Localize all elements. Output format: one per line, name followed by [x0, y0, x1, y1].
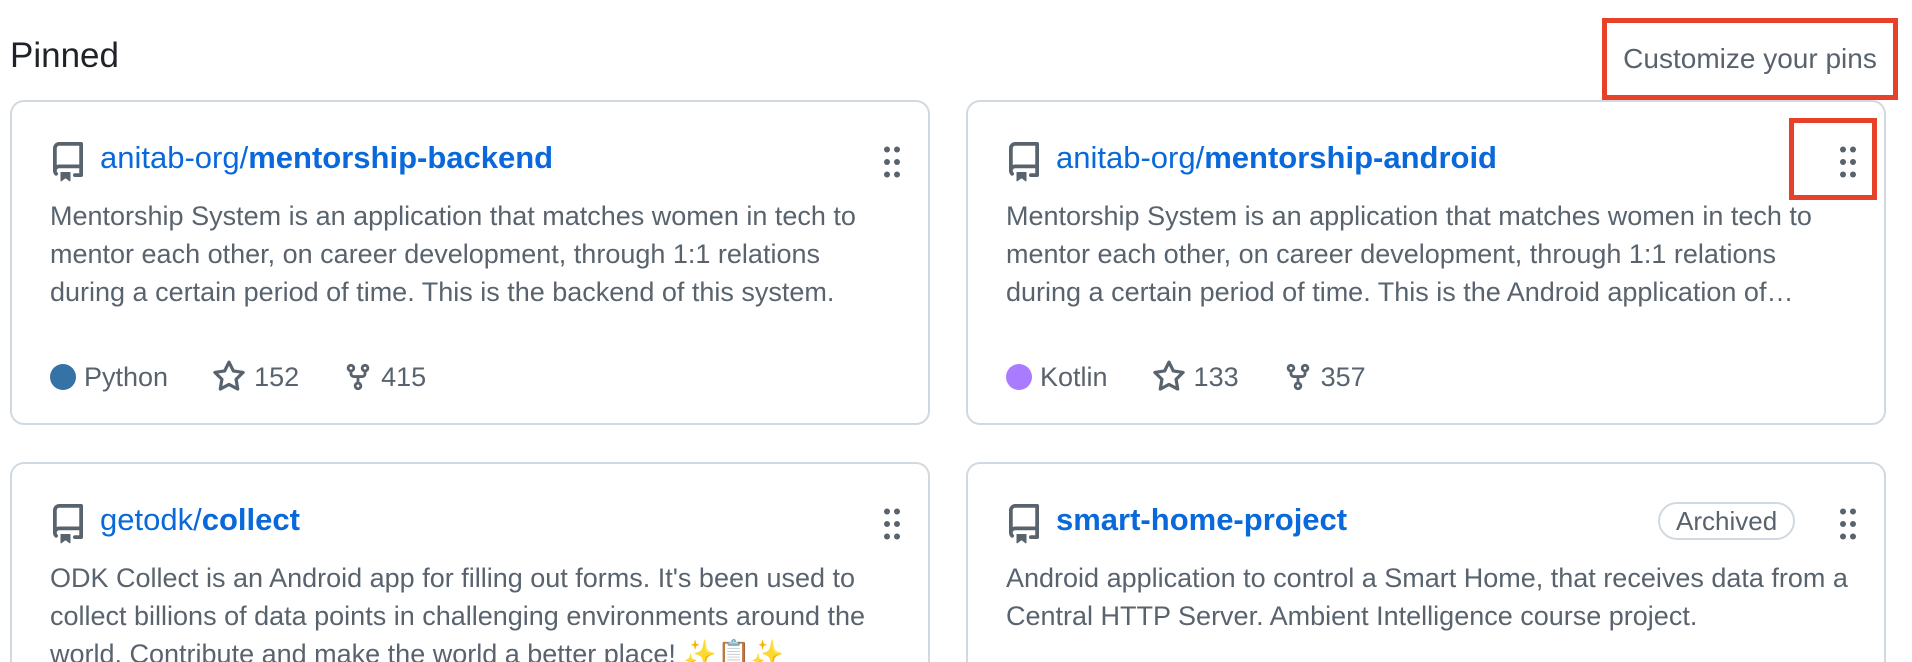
language-label: Kotlin: [1040, 361, 1108, 392]
pinned-card: smart-home-project Archived Android appl…: [966, 462, 1886, 662]
archived-badge: Archived: [1658, 502, 1796, 540]
language-label: Python: [84, 361, 169, 392]
repo-icon: [52, 142, 83, 182]
repo-description: Mentorship System is an application that…: [1006, 201, 1812, 307]
star-count: 133: [1193, 361, 1239, 392]
star-icon: [213, 360, 245, 391]
pinned-card: anitab-org/mentorship-backend Mentorship…: [10, 100, 930, 425]
repo-owner: anitab-org/: [100, 140, 249, 175]
repo-name: smart-home-project: [1056, 502, 1348, 537]
language-color-dot: [1006, 364, 1032, 390]
repo-name: mentorship-android: [1204, 140, 1497, 175]
repo-name: collect: [201, 502, 300, 537]
drag-handle-icon[interactable]: [1828, 504, 1868, 544]
star-count: 152: [254, 361, 300, 392]
fork-icon: [346, 363, 370, 391]
repo-description: Mentorship System is an application that…: [50, 201, 856, 307]
fork-icon: [1286, 363, 1309, 391]
drag-handle-icon[interactable]: [872, 142, 912, 182]
repo-stars-link[interactable]: 133: [1152, 360, 1239, 394]
drag-handle-icon[interactable]: [1828, 142, 1868, 182]
repo-owner: getodk/: [100, 502, 202, 537]
repo-meta: Python 152 415: [50, 357, 470, 397]
star-icon: [1152, 360, 1185, 391]
pinned-title: Pinned: [10, 36, 119, 75]
repo-icon: [1009, 142, 1039, 182]
repo-link[interactable]: anitab-org/mentorship-android: [1056, 140, 1497, 176]
language-color-dot: [50, 364, 76, 390]
repo-link[interactable]: smart-home-project: [1056, 502, 1347, 538]
repo-stars-link[interactable]: 152: [212, 360, 299, 394]
drag-handle-icon[interactable]: [872, 504, 912, 544]
repo-description: ODK Collect is an Android app for fillin…: [50, 563, 866, 662]
repo-link[interactable]: anitab-org/mentorship-backend: [100, 140, 553, 176]
repo-forks-link[interactable]: 357: [1283, 362, 1366, 393]
customize-pins-button[interactable]: Customize your pins: [1602, 18, 1898, 100]
repo-forks-link[interactable]: 415: [343, 362, 426, 393]
repo-description: Android application to control a Smart H…: [1006, 563, 1848, 631]
repo-language: Python: [50, 362, 168, 393]
repo-meta: Kotlin 133 357: [1006, 357, 1410, 397]
repo-name: mentorship-backend: [248, 140, 554, 175]
repo-icon: [1009, 504, 1039, 544]
fork-count: 415: [381, 361, 427, 392]
repo-language: Kotlin: [1006, 362, 1108, 393]
pinned-card: getodk/collect ODK Collect is an Android…: [10, 462, 930, 662]
repo-owner: anitab-org/: [1056, 140, 1205, 175]
repo-icon: [52, 504, 83, 544]
repo-link[interactable]: getodk/collect: [100, 502, 300, 538]
pinned-card: anitab-org/mentorship-android Mentorship…: [966, 100, 1886, 425]
fork-count: 357: [1320, 361, 1366, 392]
